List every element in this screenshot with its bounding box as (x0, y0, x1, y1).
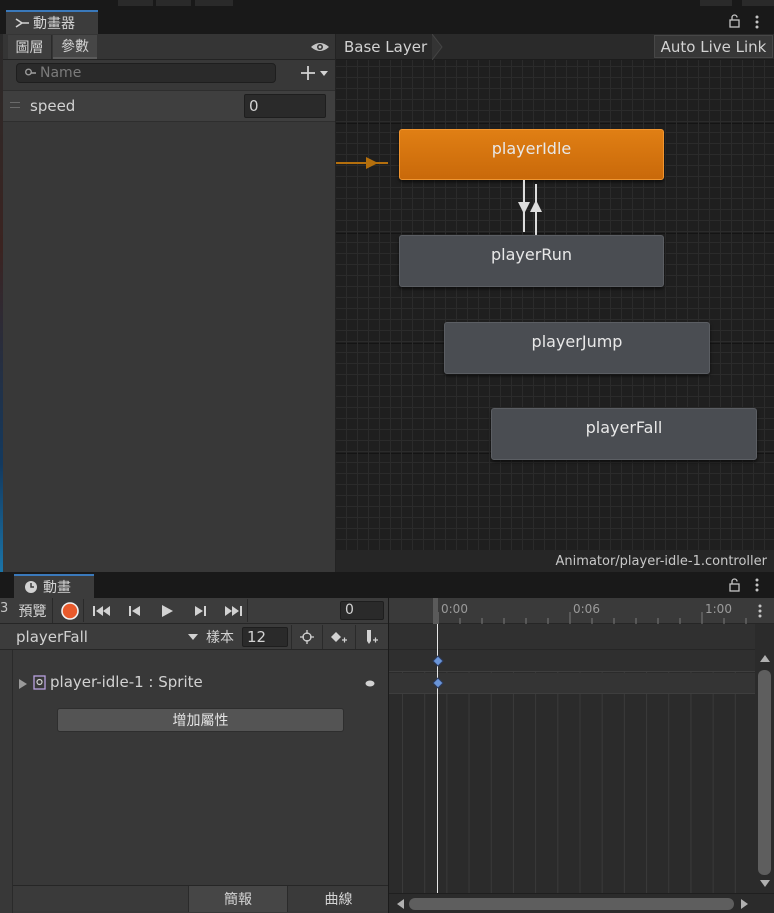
hidden-tab[interactable] (700, 0, 732, 6)
tab-curves[interactable]: 曲線 (289, 886, 388, 912)
animation-tabbar: 動畫 (0, 572, 774, 598)
controller-path: Animator/player-idle-1.controller (336, 550, 774, 572)
panel-header: 圖層 參數 (3, 34, 336, 60)
scroll-down-icon[interactable] (760, 880, 770, 887)
scroll-thumb-horizontal[interactable] (409, 898, 734, 910)
samples-label: 樣本 (206, 630, 234, 646)
record-button[interactable] (56, 599, 84, 622)
ruler-tick-label: 1:00 (705, 602, 732, 616)
tab-parameters[interactable]: 參數 (53, 35, 97, 59)
scroll-right-icon[interactable] (741, 899, 748, 909)
tab-layers[interactable]: 圖層 (8, 35, 52, 59)
search-icon (25, 68, 36, 76)
timeline-panel[interactable]: 0:00 0:06 1:00 (388, 598, 774, 913)
timeline-ruler[interactable]: 0:00 0:06 1:00 (389, 598, 774, 624)
play-button[interactable] (153, 599, 181, 622)
lock-icon[interactable] (728, 14, 742, 28)
param-value-field[interactable]: 0 (244, 94, 326, 118)
state-player-run[interactable]: playerRun (399, 235, 664, 287)
expand-arrow-icon[interactable] (19, 679, 27, 689)
breadcrumb-arrow-icon (432, 34, 443, 60)
search-input[interactable]: Name (16, 63, 276, 83)
animator-icon (15, 18, 29, 28)
prev-keyframe-icon (129, 605, 140, 616)
scroll-left-icon[interactable] (397, 899, 404, 909)
record-icon (60, 601, 79, 620)
scroll-thumb[interactable] (758, 670, 771, 875)
tab-dopesheet[interactable]: 簡報 (188, 886, 288, 912)
sprite-keyframe[interactable] (432, 677, 444, 689)
tab-animation[interactable]: 動畫 (14, 574, 94, 598)
samples-field[interactable]: 12 (242, 627, 288, 647)
hidden-tab[interactable] (156, 0, 191, 6)
event-add-icon (366, 630, 378, 644)
breadcrumb-base-layer[interactable]: Base Layer (344, 38, 427, 56)
clip-name: playerFall (16, 628, 88, 646)
add-key-button[interactable] (322, 625, 354, 649)
horizontal-scrollbar[interactable] (389, 893, 774, 913)
tab-animator[interactable]: 動畫器 (6, 10, 98, 34)
next-keyframe-button[interactable] (186, 599, 214, 622)
state-graph[interactable]: Base Layer Auto Live Link playerIdle pla… (336, 34, 774, 572)
state-player-idle[interactable]: playerIdle (399, 129, 664, 180)
ruler-tick-label: 0:00 (441, 602, 468, 616)
last-keyframe-icon (224, 605, 242, 616)
vertical-scrollbar[interactable] (755, 650, 774, 893)
crosshair-icon (299, 630, 314, 644)
prev-keyframe-button[interactable] (121, 599, 149, 622)
graph-toolbar: Base Layer Auto Live Link (336, 34, 774, 60)
view-tabs: 簡報 曲線 (13, 885, 388, 912)
events-row[interactable] (389, 624, 755, 650)
tab-animator-label: 動畫器 (33, 16, 75, 32)
add-property-button[interactable]: 增加屬性 (57, 708, 344, 732)
param-name: speed (30, 97, 76, 115)
transition-arrows[interactable] (516, 180, 544, 236)
chevron-down-icon (188, 634, 198, 640)
clip-toolbar: playerFall 樣本 12 (0, 624, 388, 650)
property-row[interactable]: player-idle-1 : Sprite (13, 672, 388, 696)
keyframe-dot-icon[interactable] (365, 680, 375, 687)
add-keyframe-button[interactable] (291, 625, 321, 649)
playback-toolbar: 3 預覽 0 (0, 598, 388, 624)
clock-icon (25, 581, 37, 593)
param-row[interactable]: speed 0 (3, 90, 336, 122)
keyframe-add-icon (330, 632, 347, 643)
hidden-tab[interactable] (195, 0, 233, 6)
clip-dropdown[interactable]: playerFall (13, 625, 203, 649)
more-options-icon[interactable] (752, 577, 762, 593)
scroll-up-icon[interactable] (760, 655, 770, 662)
more-options-icon[interactable] (755, 603, 765, 619)
left-stub-text: 3 (0, 601, 9, 616)
eye-icon[interactable] (310, 40, 330, 54)
add-event-button[interactable] (355, 625, 387, 649)
animator-tabbar: 動畫器 (0, 0, 774, 34)
next-keyframe-icon (195, 605, 206, 616)
state-player-fall[interactable]: playerFall (491, 408, 757, 460)
more-options-icon[interactable] (752, 14, 762, 30)
sprite-renderer-icon (33, 675, 46, 690)
hidden-tab[interactable] (118, 0, 153, 6)
state-player-jump[interactable]: playerJump (444, 322, 710, 374)
first-keyframe-icon (93, 605, 110, 616)
tab-animation-label: 動畫 (43, 580, 71, 596)
parameters-panel: 圖層 參數 Name speed 0 (3, 34, 336, 572)
lock-icon[interactable] (728, 578, 742, 592)
hidden-tab[interactable] (742, 0, 774, 6)
first-keyframe-button[interactable] (88, 599, 116, 622)
animation-left-panel: 3 預覽 0 playerFall 樣本 12 player-idle-1: … (0, 598, 388, 913)
property-label: player-idle-1 : Sprite (50, 673, 203, 691)
summary-keyframe[interactable] (432, 655, 444, 667)
frame-field[interactable]: 0 (340, 601, 384, 620)
auto-live-link-button[interactable]: Auto Live Link (654, 35, 773, 58)
entry-transition-arrow (336, 157, 388, 169)
breadcrumb[interactable]: Base Layer (336, 34, 446, 60)
preview-button[interactable]: 預覽 (13, 598, 53, 623)
add-parameter-button[interactable] (298, 64, 332, 82)
last-keyframe-button[interactable] (218, 599, 248, 622)
playhead-handle[interactable] (433, 598, 438, 624)
drag-handle-icon[interactable] (10, 102, 20, 108)
ruler-tick-label: 0:06 (573, 602, 600, 616)
search-placeholder: Name (40, 65, 82, 81)
play-icon (162, 604, 173, 617)
